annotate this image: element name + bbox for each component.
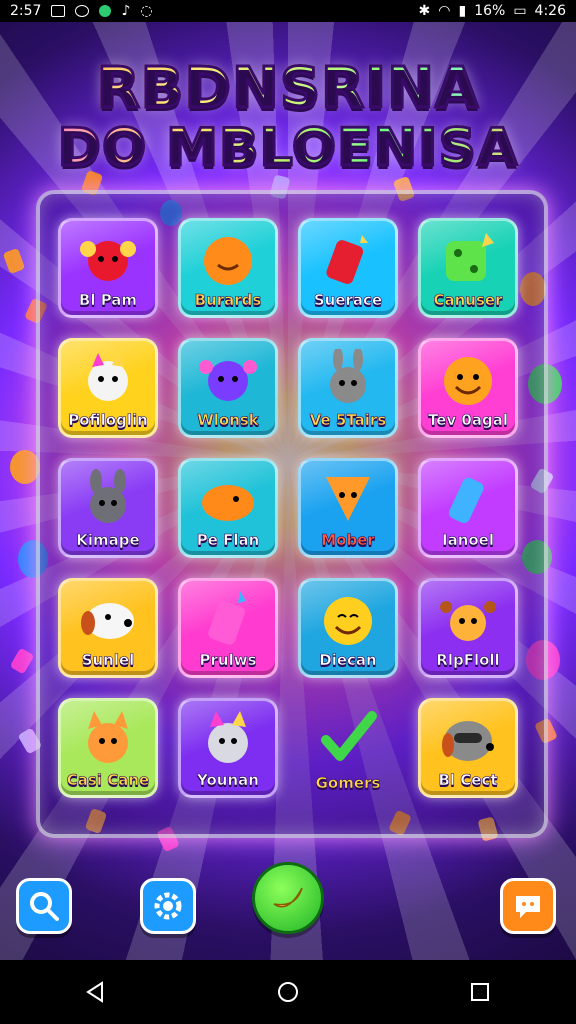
- tile-label: Kimape: [76, 531, 140, 550]
- game-title: RBDNSRINA DO MBLOENISA: [0, 56, 576, 177]
- blue-crystal-icon: [448, 477, 484, 524]
- red-rocket-icon: [326, 235, 368, 284]
- level-tile[interactable]: Canuser: [418, 218, 518, 318]
- wifi-icon: ◠: [438, 3, 451, 19]
- tile-label: Gomers: [315, 774, 381, 793]
- orange-smiley-icon: [444, 357, 492, 405]
- level-tile[interactable]: Suerace: [298, 218, 398, 318]
- level-tile[interactable]: Gomers: [298, 698, 398, 798]
- green-dice-icon: [446, 233, 494, 281]
- tile-label: Bl Cect: [438, 771, 498, 790]
- orange-blob-icon: [204, 237, 252, 285]
- status-time-right: 4:26: [534, 3, 566, 19]
- level-tile[interactable]: Kimape: [58, 458, 158, 558]
- tile-label: Prulws: [199, 651, 257, 670]
- image-notification-icon: [51, 5, 66, 17]
- system-navigation-bar: [0, 960, 576, 1024]
- purple-axolotl-icon: [199, 360, 257, 401]
- signal-icon: ▮: [458, 3, 467, 19]
- home-circle-icon: [278, 982, 298, 1002]
- tile-label: Bl Pam: [78, 291, 138, 310]
- tile-label: Sunlel: [81, 651, 135, 670]
- title-line-2: DO MBLOENISA: [0, 117, 576, 177]
- tile-label: Canuser: [433, 291, 503, 310]
- tile-label: Pofiloglin: [68, 411, 148, 430]
- battery-icon: ▭: [513, 3, 527, 19]
- title-line-1: RBDNSRINA: [0, 56, 576, 120]
- gear-icon: [154, 892, 182, 920]
- tile-label: Tev 0agal: [428, 411, 509, 430]
- tile-label: Ve 5Tairs: [309, 411, 387, 430]
- tile-label: Younan: [197, 771, 260, 790]
- pink-potion-icon: [208, 591, 246, 645]
- status-bar: 2:57 ♪ ◌ ✱ ◠ ▮ 16% ▭ 4:26: [0, 0, 576, 22]
- level-tile[interactable]: Younan: [178, 698, 278, 798]
- chat-button[interactable]: [500, 878, 556, 934]
- level-tile[interactable]: Bl Cect: [418, 698, 518, 798]
- fox-icon: [326, 477, 370, 521]
- level-tile[interactable]: Bl Pam: [58, 218, 158, 318]
- search-button[interactable]: [16, 878, 72, 934]
- tile-label: Casi Cane: [66, 771, 150, 790]
- tile-label: Burards: [194, 291, 262, 310]
- tile-label: Mober: [321, 531, 375, 550]
- tile-label: RlpFloll: [436, 651, 500, 670]
- bottom-controls: [0, 862, 576, 942]
- grey-bunny-icon: [330, 349, 366, 403]
- search-icon: [30, 892, 59, 921]
- level-tile[interactable]: Ve 5Tairs: [298, 338, 398, 438]
- nav-home-button[interactable]: [268, 972, 308, 1012]
- level-tile[interactable]: Prulws: [178, 578, 278, 678]
- back-triangle-icon: [86, 981, 103, 1003]
- tile-label: Wlonsk: [197, 411, 259, 430]
- green-checkmark-icon: [321, 711, 377, 761]
- status-time-left: 2:57: [10, 3, 42, 19]
- orange-bean-icon: [202, 485, 254, 521]
- confetti-piece: [2, 247, 26, 275]
- banana-icon: [273, 887, 303, 908]
- level-tile[interactable]: Tev 0agal: [418, 338, 518, 438]
- circle-notification-icon: ◌: [140, 3, 153, 19]
- yellow-smiley-icon: [324, 597, 372, 645]
- nav-back-button[interactable]: [76, 972, 116, 1012]
- tile-label: Diecan: [319, 651, 377, 670]
- level-tile[interactable]: RlpFloll: [418, 578, 518, 678]
- level-tile[interactable]: Ianoel: [418, 458, 518, 558]
- level-tile[interactable]: Wlonsk: [178, 338, 278, 438]
- play-button[interactable]: [252, 862, 324, 934]
- level-tile[interactable]: Burards: [178, 218, 278, 318]
- tile-label: Ianoel: [441, 531, 495, 550]
- white-puppy-icon: [81, 603, 134, 639]
- rainbow-cat-icon: [208, 711, 248, 763]
- level-tile[interactable]: Pofiloglin: [58, 338, 158, 438]
- level-grid: Bl Pam Burards Suerace Canuser Pofilogli…: [58, 218, 518, 798]
- grey-rabbit-icon: [90, 469, 126, 523]
- raccoon-icon: [442, 721, 494, 761]
- axolotl-icon: [440, 601, 496, 641]
- white-cat-icon: [88, 353, 128, 401]
- level-tile[interactable]: Casi Cane: [58, 698, 158, 798]
- red-ball-character-icon: [80, 241, 136, 281]
- chat-icon: [516, 896, 540, 918]
- nav-recents-button[interactable]: [460, 972, 500, 1012]
- level-tile[interactable]: Diecan: [298, 578, 398, 678]
- tile-label: Pe Flan: [196, 531, 260, 550]
- level-tile[interactable]: Sunlel: [58, 578, 158, 678]
- battery-percent: 16%: [474, 3, 506, 19]
- tile-label: Suerace: [313, 291, 383, 310]
- corgi-icon: [88, 711, 128, 763]
- level-tile[interactable]: Pe Flan: [178, 458, 278, 558]
- app-notification-icon: [75, 5, 90, 17]
- recents-square-icon: [471, 983, 489, 1001]
- settings-button[interactable]: [140, 878, 196, 934]
- music-notification-icon: ♪: [121, 3, 131, 19]
- xbox-notification-icon: [99, 5, 112, 17]
- confetti-piece: [9, 647, 35, 675]
- level-tile[interactable]: Mober: [298, 458, 398, 558]
- bluetooth-icon: ✱: [418, 3, 431, 19]
